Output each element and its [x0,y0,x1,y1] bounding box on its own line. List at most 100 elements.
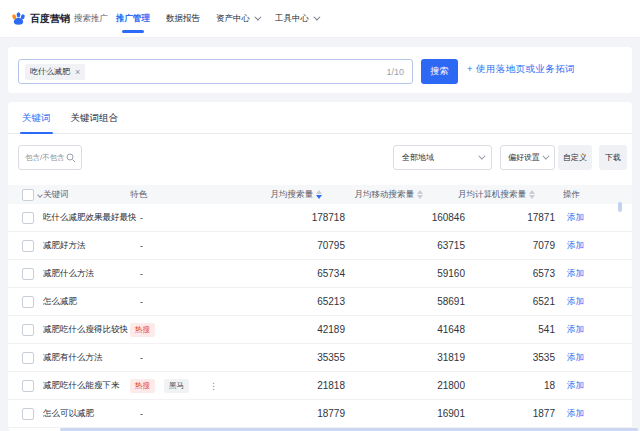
monthly-search-cell: 42189 [227,324,345,335]
add-keyword-link[interactable]: 添加 [567,268,584,278]
feature-badge-hot: 热搜 [130,379,155,393]
keyword-search-input[interactable]: 吃什么减肥 × 1/10 [18,59,413,84]
tab-label: 关键词组合 [71,112,119,125]
row-checkbox[interactable] [22,380,34,392]
table-row: 减肥吃什么瘦得比较快热搜4218941648541添加 [8,316,632,344]
monthly-mobile-search-cell: 63715 [345,240,465,251]
keyword-cell: 减肥吃什么瘦得比较快 [43,324,128,336]
search-button[interactable]: 搜索 [421,59,458,84]
main-nav: 推广管理 数据报告 资产中心 工具中心 [116,0,334,38]
monthly-mobile-search-cell: 58691 [345,296,465,307]
monthly-mobile-search-cell: 16901 [345,408,465,419]
customize-button[interactable]: 自定义 [558,145,592,170]
monthly-search-cell: 35355 [227,352,345,363]
chevron-down-icon [313,14,320,21]
add-keyword-link[interactable]: 添加 [567,352,584,362]
search-panel: 吃什么减肥 × 1/10 搜索 + 使用落地页或业务拓词 [8,47,632,93]
keyword-cell: 怎么减肥 [43,296,128,308]
table-row: 减肥好方法-70795637157079添加 [8,232,632,260]
brand-subtitle: 搜索推广 [74,13,108,25]
add-keyword-link[interactable]: 添加 [567,324,584,334]
add-keyword-link[interactable]: 添加 [567,296,584,306]
table-row: 怎么减肥- 65213586916521 添加 [8,288,632,316]
chip-remove-icon[interactable]: × [75,67,80,77]
monthly-search-cell: 65734 [227,268,345,279]
tab-label: 关键词 [22,112,51,125]
chevron-down-icon [478,153,485,160]
preference-settings-button[interactable]: 偏好设置 [500,145,555,170]
more-features-icon[interactable]: ⋮ [209,381,218,391]
contain-filter-placeholder: 包含/不包含 [25,153,65,163]
nav-item-label: 推广管理 [116,13,150,25]
row-checkbox[interactable] [22,408,34,420]
landing-page-expand-link[interactable]: + 使用落地页或业务拓词 [467,63,575,76]
monthly-search-cell: 70795 [227,240,345,251]
col-monthly-search[interactable]: 月均搜索量 [271,189,323,201]
nav-item-label: 工具中心 [275,13,309,25]
contain-filter-input[interactable]: 包含/不包含 [18,145,82,170]
table-row: 怎么可以减肥-18779169011877添加 [8,400,632,428]
col-feature: 特色 [130,189,147,201]
add-keyword-link[interactable]: 添加 [567,212,584,222]
feature-dash: - [130,409,143,419]
row-checkbox[interactable] [22,324,34,336]
preference-settings-label: 偏好设置 [508,152,540,163]
keyword-cell: 减肥有什么方法 [43,352,128,364]
sort-icon[interactable] [529,190,535,199]
monthly-pc-search-cell: 3535 [465,352,555,363]
nav-item-0[interactable]: 推广管理 [116,0,150,38]
search-icon [66,153,76,163]
monthly-mobile-search-cell: 31819 [345,352,465,363]
table-row: 减肥什么方法- 65734591606573 添加 [8,260,632,288]
tab-1[interactable]: 关键词组合 [69,102,121,134]
region-select[interactable]: 全部地域 [393,145,492,170]
add-keyword-link[interactable]: 添加 [567,240,584,250]
keyword-cell: 减肥什么方法 [43,268,128,280]
nav-item-3[interactable]: 工具中心 [275,0,318,38]
feature-dash: - [130,297,143,307]
monthly-pc-search-cell: 541 [465,324,555,335]
tab-0[interactable]: 关键词 [20,102,53,134]
monthly-search-cell: 65213 [227,296,345,307]
feature-dash: - [130,241,143,251]
feature-cell: - [128,353,227,363]
table-row: 减肥吃什么能瘦下来热搜黑马⋮218182180018添加 [8,372,632,400]
col-monthly-mobile-search[interactable]: 月均移动搜索量 [355,189,424,201]
col-monthly-pc-search[interactable]: 月均计算机搜索量 [458,189,535,201]
keyword-chip[interactable]: 吃什么减肥 × [25,64,85,80]
select-dropdown-icon[interactable] [37,192,43,198]
keyword-cell: 吃什么减肥效果最好最快 [43,212,128,224]
table-body: 吃什么减肥效果最好最快-17871816084617871添加减肥好方法-707… [8,204,632,428]
keyword-counter: 1/10 [386,67,404,77]
row-checkbox[interactable] [22,296,34,308]
add-keyword-link[interactable]: 添加 [567,408,584,418]
active-nav-underline [122,30,144,33]
chevron-down-icon [542,153,549,160]
feature-cell: 热搜黑马⋮ [128,379,227,393]
row-checkbox[interactable] [22,240,34,252]
monthly-mobile-search-cell: 59160 [345,268,465,279]
monthly-mobile-search-cell: 21800 [345,380,465,391]
monthly-pc-search-cell: 1877 [465,408,555,419]
chevron-down-icon [254,14,261,21]
sort-icon[interactable] [417,190,423,199]
monthly-pc-search-cell: 6521 [465,296,555,307]
row-checkbox[interactable] [22,212,34,224]
row-checkbox[interactable] [22,352,34,364]
feature-dash: - [130,269,143,279]
nav-item-1[interactable]: 数据报告 [166,0,200,38]
monthly-pc-search-cell: 6573 [465,268,555,279]
monthly-pc-search-cell: 17871 [465,212,555,223]
nav-item-2[interactable]: 资产中心 [216,0,259,38]
vertical-scrollbar[interactable] [618,202,622,212]
row-checkbox[interactable] [22,268,34,280]
sort-icon[interactable] [316,190,322,199]
nav-item-label: 数据报告 [166,13,200,25]
select-all-checkbox[interactable] [22,189,34,201]
download-button[interactable]: 下载 [599,145,627,170]
feature-cell: - [128,297,227,307]
brand-title: 百度营销 [30,12,70,26]
filter-row: 包含/不包含 全部地域 偏好设置 自定义 下载 [8,145,632,170]
keyword-cell: 减肥好方法 [43,240,128,252]
add-keyword-link[interactable]: 添加 [567,380,584,390]
